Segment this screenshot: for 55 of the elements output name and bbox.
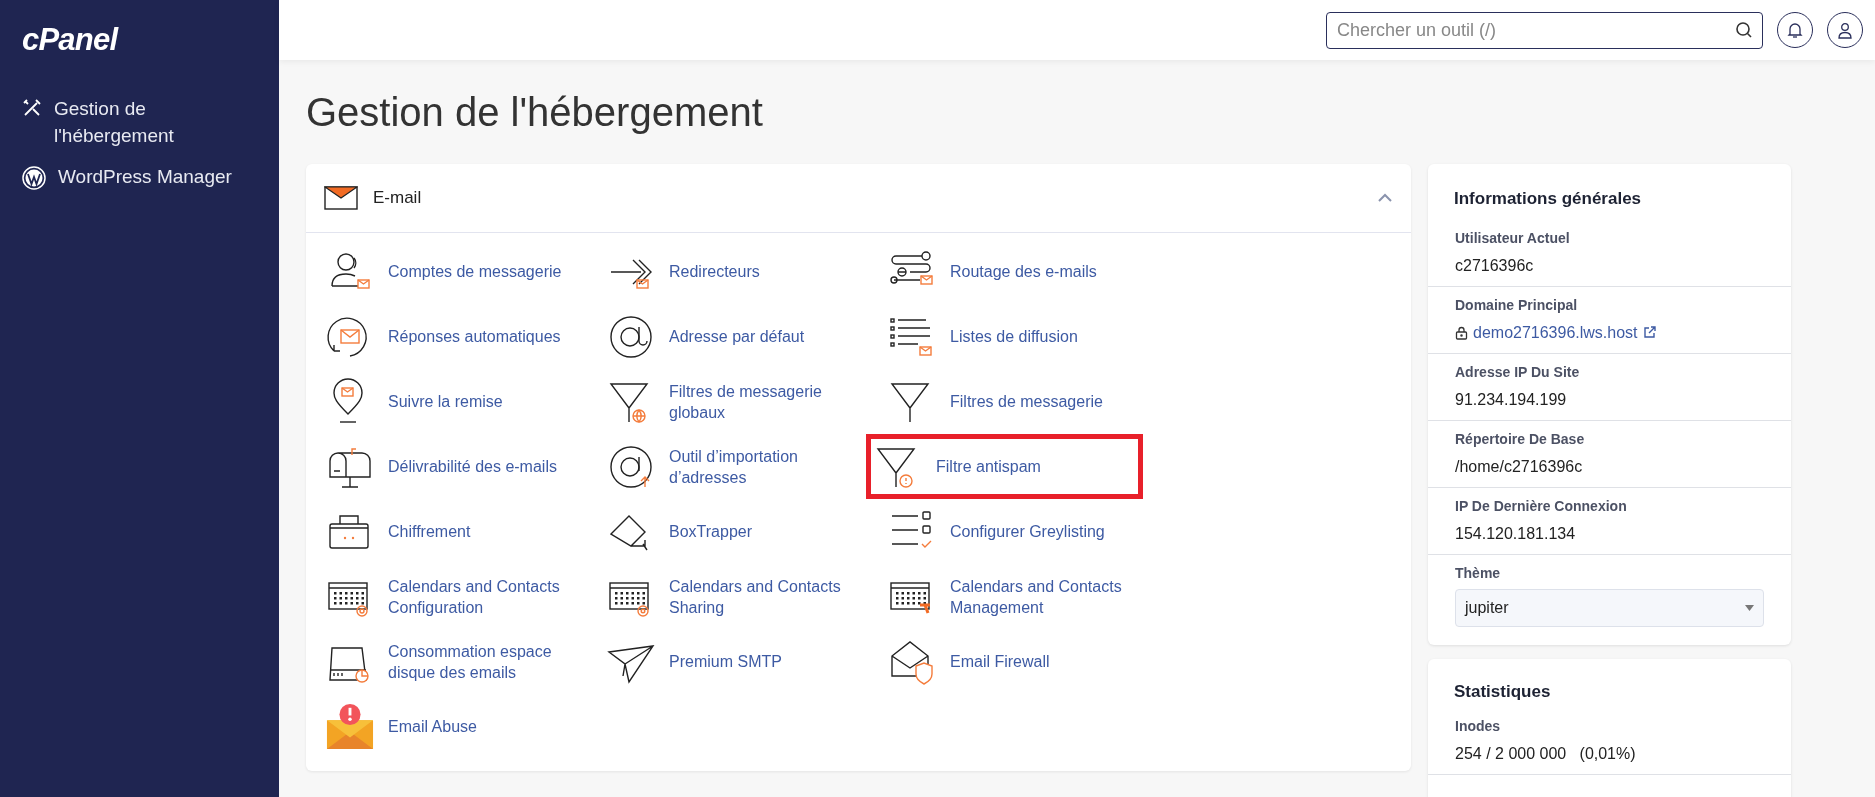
tools-icon <box>22 98 42 118</box>
field-value: 91.234.194.199 <box>1455 389 1568 410</box>
envelope-icon <box>324 186 358 210</box>
tool-link[interactable]: Chiffrement <box>316 499 597 564</box>
tool-link[interactable]: Délivrabilité des e-mails <box>316 434 597 499</box>
tool-link[interactable]: Adresse par défaut <box>597 304 878 369</box>
section-title: E-mail <box>373 187 422 210</box>
lock-icon <box>1455 325 1468 340</box>
theme-select[interactable]: jupiter <box>1455 588 1764 627</box>
tool-link[interactable]: Redirecteurs <box>597 239 878 304</box>
tool-link[interactable]: Premium SMTP <box>597 629 878 694</box>
field-label: Inodes <box>1455 717 1502 736</box>
sidebar-item[interactable]: Gestion de l'hébergement <box>22 95 257 149</box>
tool-link[interactable]: Consommation espace disque des emails <box>316 629 597 694</box>
domain-link[interactable]: demo2716396.lws.host <box>1473 320 1638 345</box>
tool-link[interactable]: Routage des e-mails <box>878 239 1159 304</box>
dropdown-caret-icon <box>1745 604 1754 611</box>
tool-link[interactable]: BoxTrapper <box>597 499 878 564</box>
field-value: 154.120.181.134 <box>1455 523 1577 544</box>
field-value: 254 / 2 000 000 (0,01%) <box>1455 744 1637 764</box>
envelope-alert-icon <box>325 702 375 751</box>
field-label: Utilisateur Actuel <box>1455 228 1571 248</box>
section-header[interactable]: E-mail <box>306 164 1411 233</box>
field-label: Thème <box>1455 563 1502 583</box>
tool-link[interactable]: Calendars and Contacts Management <box>878 564 1159 629</box>
tool-link[interactable]: Filtres de messagerie <box>878 369 1159 434</box>
tool-link[interactable]: Email Firewall <box>878 629 1159 694</box>
logo[interactable]: cPanel <box>22 22 118 57</box>
card-title: Informations générales <box>1453 188 1643 210</box>
wordpress-icon <box>22 166 46 190</box>
field-label: Domaine Principal <box>1455 295 1579 315</box>
field-label: IP De Dernière Connexion <box>1455 496 1628 516</box>
chevron-icon[interactable] <box>1377 193 1393 203</box>
field-label: Adresse IP Du Site <box>1455 362 1581 382</box>
tool-link[interactable]: Configurer Greylisting <box>878 499 1159 564</box>
field-value: c2716396c <box>1455 255 1535 276</box>
tool-link[interactable]: Calendars and Contacts Sharing <box>597 564 878 629</box>
field-value: /home/c2716396c <box>1455 456 1584 477</box>
bell-icon <box>1787 21 1803 39</box>
search-field[interactable]: Chercher un outil (/) <box>1326 11 1763 49</box>
tool-link[interactable]: Comptes de messagerie <box>316 239 597 304</box>
card-title: Statistiques <box>1453 680 1552 703</box>
tool-link[interactable]: Filtre antispam <box>866 434 1143 499</box>
field-label: Répertoire De Base <box>1455 429 1586 449</box>
page-title: Gestion de l'hébergement <box>306 89 764 136</box>
sidebar-item[interactable]: WordPress Manager <box>22 163 257 190</box>
external-link-icon[interactable] <box>1642 326 1656 339</box>
tool-link[interactable]: Calendars and Contacts Configuration <box>316 564 597 629</box>
tool-link[interactable]: Filtres de messagerie globaux <box>597 369 878 434</box>
tool-link[interactable]: Email Abuse <box>316 694 597 759</box>
tool-link[interactable]: Listes de diffusion <box>878 304 1159 369</box>
tool-link[interactable]: Réponses automatiques <box>316 304 597 369</box>
search-icon[interactable] <box>1735 20 1753 39</box>
user-icon <box>1837 21 1853 39</box>
tool-link[interactable]: Suivre la remise <box>316 369 597 434</box>
